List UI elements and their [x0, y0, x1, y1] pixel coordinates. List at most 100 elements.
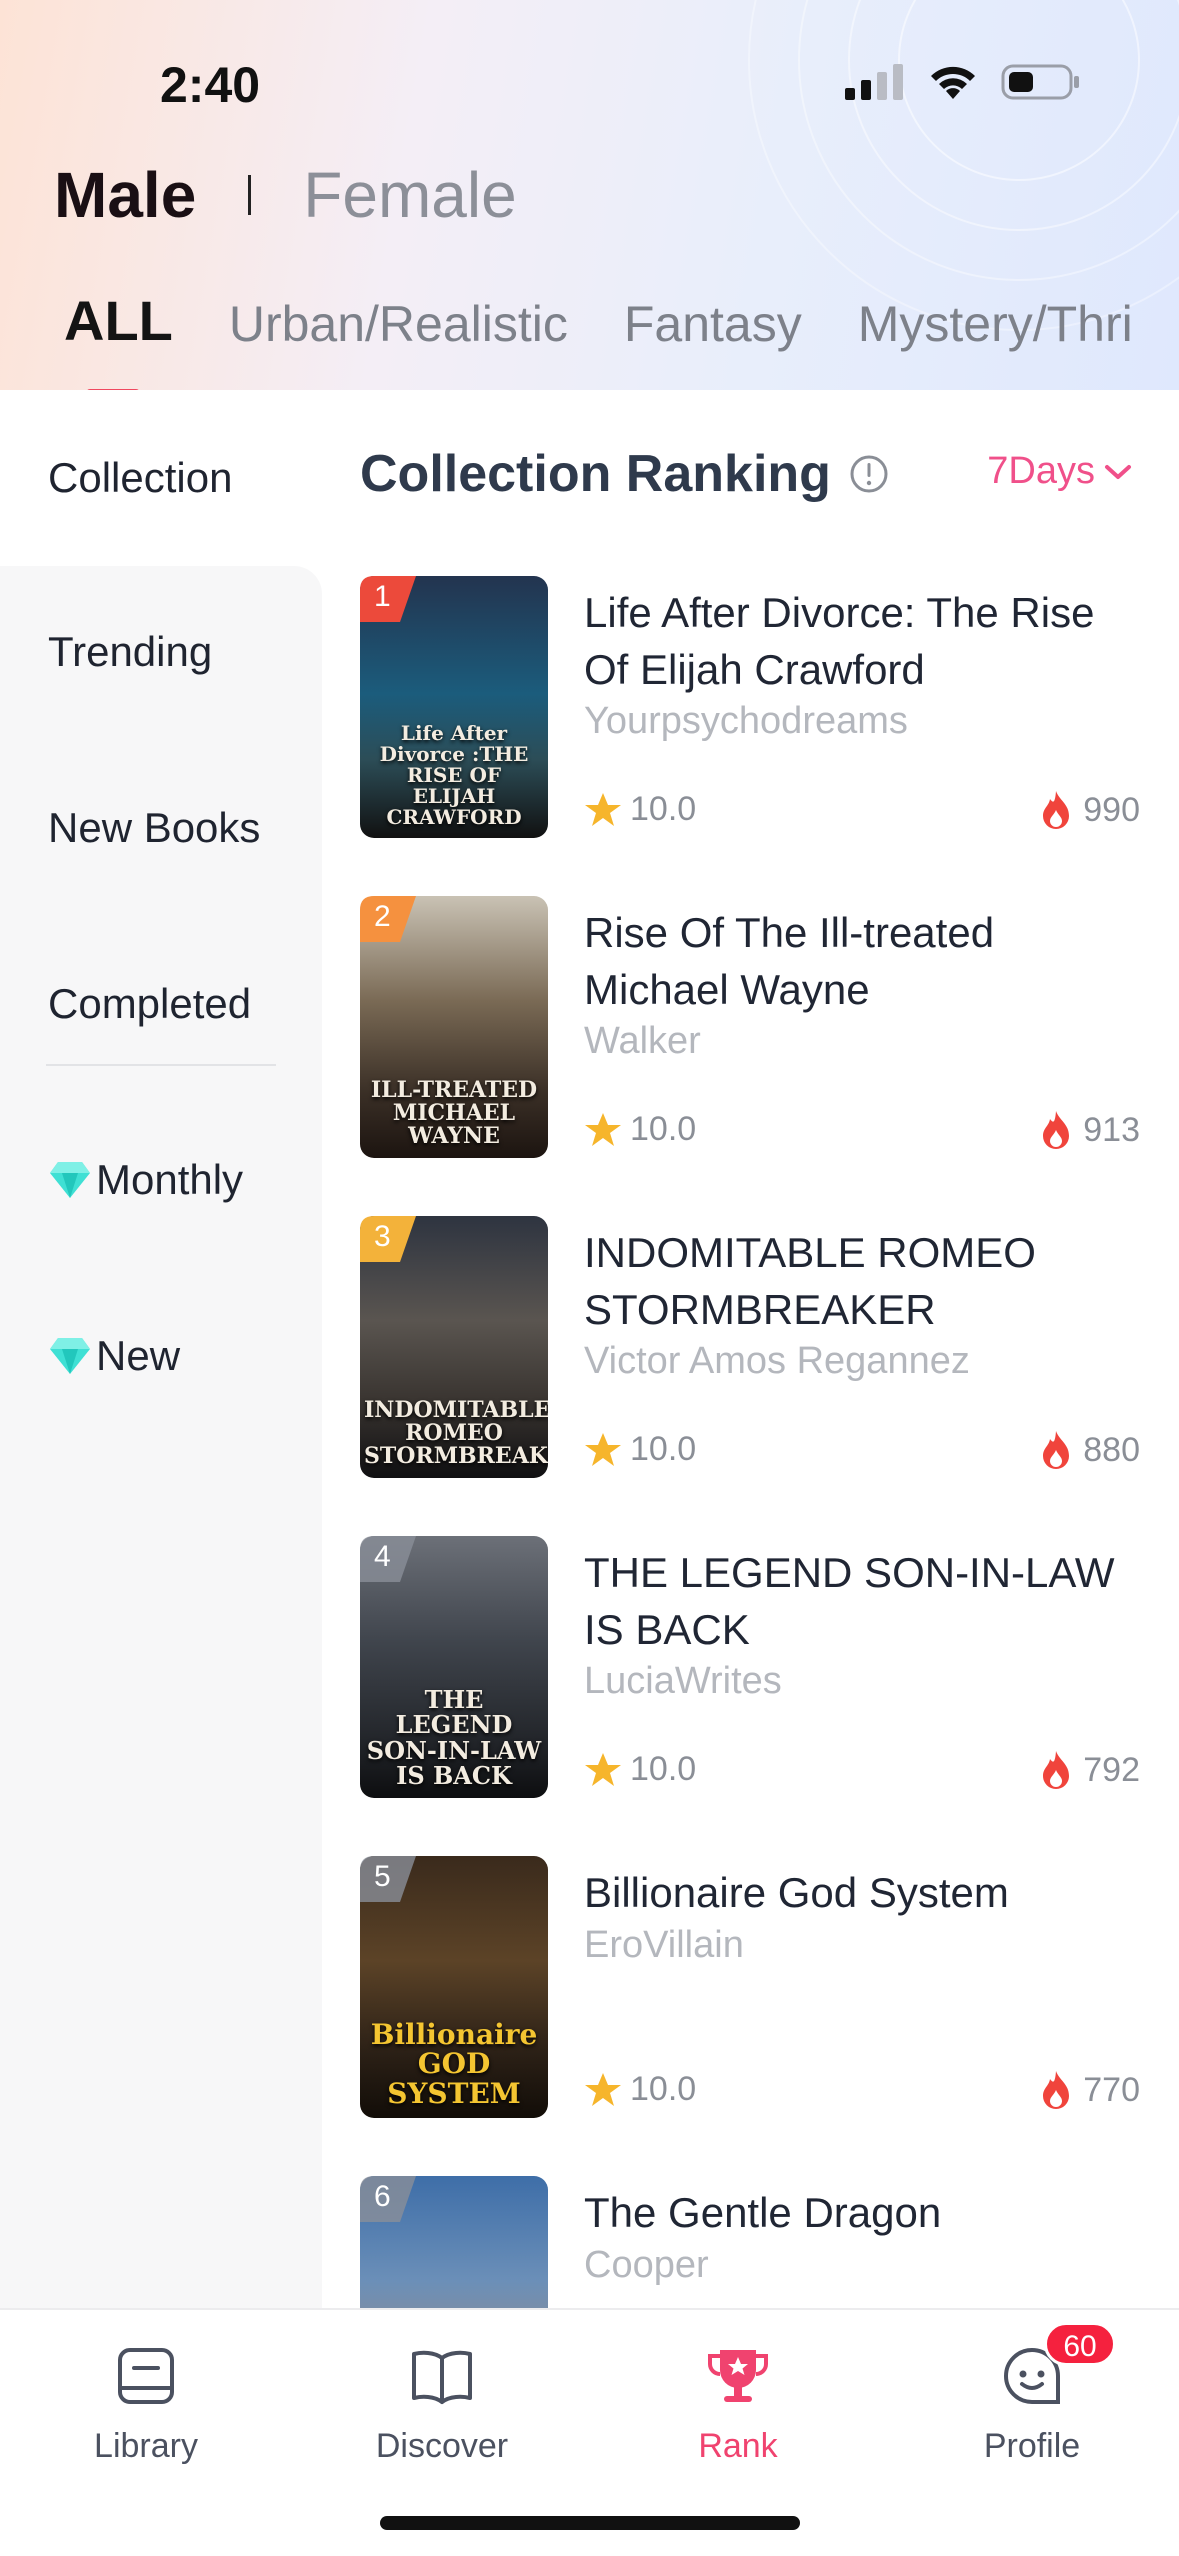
rank-badge: 1	[360, 576, 416, 622]
heat-value: 880	[1083, 1430, 1140, 1469]
library-icon	[118, 2348, 174, 2404]
book-author: Cooper	[584, 2244, 709, 2286]
info-icon[interactable]	[849, 454, 889, 494]
book-item[interactable]: Life After Divorce :THE RISE OF ELIJAH C…	[360, 576, 1140, 838]
sidebar-item-completed[interactable]: Completed	[48, 980, 251, 1028]
tab-library[interactable]: Library	[46, 2344, 246, 2466]
tab-female[interactable]: Female	[303, 158, 516, 232]
rating-value: 10.0	[630, 1110, 697, 1148]
rank-number: 5	[374, 1860, 391, 1893]
sidebar-item-label: Completed	[48, 980, 252, 1027]
book-title: THE LEGEND SON-IN-LAW IS BACK	[584, 1549, 1115, 1653]
tab-label: Rank	[698, 2427, 778, 2465]
book-rating: 10.0	[584, 1110, 696, 1149]
sidebar-item-new-books[interactable]: New Books	[48, 804, 260, 852]
rank-number: 6	[374, 2180, 391, 2213]
tab-rank[interactable]: Rank	[638, 2344, 838, 2466]
star-icon	[585, 1752, 621, 1786]
tab-label: Library	[94, 2427, 198, 2465]
signal-icon	[845, 64, 903, 100]
book-item[interactable]: Billionaire GOD SYSTEM 5 Billionaire God…	[360, 1856, 1140, 2118]
rank-number: 2	[374, 900, 391, 933]
rank-badge: 4	[360, 1536, 416, 1582]
sidebar-divider	[46, 1064, 276, 1066]
book-author: Yourpsychodreams	[584, 700, 908, 742]
ranking-title-text: Collection Ranking	[360, 445, 831, 503]
category-tab-urban[interactable]: Urban/Realistic	[229, 295, 568, 353]
heat-value: 990	[1083, 790, 1140, 829]
category-tab-all[interactable]: ALL	[64, 288, 173, 390]
status-time: 2:40	[160, 57, 261, 113]
tab-male[interactable]: Male	[54, 158, 196, 232]
book-rating: 10.0	[584, 1750, 696, 1789]
star-icon	[585, 1112, 621, 1146]
sidebar-item-monthly[interactable]: Monthly	[48, 1156, 243, 1204]
status-icons	[845, 62, 1081, 102]
ranking-title: Collection Ranking	[360, 444, 889, 504]
sidebar-item-label: New	[96, 1332, 181, 1379]
flame-icon	[1043, 1111, 1070, 1149]
book-heat: 913	[1039, 1110, 1140, 1150]
book-item[interactable]: INDOMITABLE ROMEO STORMBREAKER 3 INDOMIT…	[360, 1216, 1140, 1478]
rating-value: 10.0	[630, 1750, 697, 1788]
cover-text: Billionaire GOD SYSTEM	[370, 2017, 538, 2110]
notification-badge: 60	[1044, 2322, 1116, 2366]
sidebar-item-label: Monthly	[96, 1156, 244, 1203]
rank-badge: 3	[360, 1216, 416, 1262]
period-label: 7Days	[987, 450, 1095, 492]
sidebar-item-trending[interactable]: Trending	[48, 628, 212, 676]
rating-value: 10.0	[630, 2070, 697, 2108]
book-item[interactable]: THE LEGEND SON-IN-LAW IS BACK 4 THE LEGE…	[360, 1536, 1140, 1798]
rank-badge: 6	[360, 2176, 416, 2222]
book-rating: 10.0	[584, 2070, 696, 2109]
book-item[interactable]: 6 The Gentle Dragon Cooper	[360, 2176, 1140, 2308]
star-icon	[585, 1432, 621, 1466]
flame-icon	[1043, 2071, 1070, 2109]
cover-text: THE LEGEND SON-IN-LAW IS BACK	[366, 1685, 542, 1790]
rank-number: 1	[374, 580, 391, 613]
book-rating: 10.0	[584, 1430, 696, 1469]
rating-value: 10.0	[630, 1430, 697, 1468]
rating-value: 10.0	[630, 790, 697, 828]
book-title: The Gentle Dragon	[584, 2189, 942, 2236]
book-author: Victor Amos Regannez	[584, 1340, 970, 1382]
sidebar-item-collection[interactable]: Collection	[48, 454, 232, 502]
ranking-content: Collection Trending New Books Completed …	[0, 390, 1179, 2308]
tab-label: Discover	[375, 2427, 509, 2465]
cover-text: ILL-TREATED MICHAEL WAYNE	[370, 1076, 538, 1149]
star-icon	[585, 792, 621, 826]
battery-icon	[1001, 64, 1079, 100]
sidebar-item-label: Trending	[48, 628, 213, 675]
trophy-icon	[708, 2350, 768, 2402]
flame-icon	[1043, 1431, 1070, 1469]
flame-icon	[1043, 791, 1070, 829]
sidebar-item-label: Collection	[48, 454, 233, 501]
book-open-icon	[412, 2350, 472, 2404]
tab-label: Profile	[983, 2427, 1081, 2465]
sidebar: Trending New Books Completed Monthly New	[0, 566, 322, 2308]
heat-value: 913	[1083, 1110, 1140, 1149]
sidebar-item-new[interactable]: New	[48, 1332, 180, 1380]
rank-badge: 2	[360, 896, 416, 942]
category-tab-fantasy[interactable]: Fantasy	[624, 295, 802, 353]
cover-text: Life After Divorce :THE RISE OF ELIJAH C…	[379, 721, 529, 829]
period-dropdown[interactable]: 7Days	[987, 450, 1133, 493]
gender-tabs: Male Female	[54, 158, 517, 232]
category-tab-mystery[interactable]: Mystery/Thri	[858, 295, 1133, 353]
heat-value: 770	[1083, 2070, 1140, 2109]
book-heat: 770	[1039, 2070, 1140, 2110]
book-title: Billionaire God System	[584, 1869, 1009, 1916]
heat-value: 792	[1083, 1750, 1140, 1789]
book-heat: 990	[1039, 790, 1140, 830]
book-heat: 792	[1039, 1750, 1140, 1790]
rank-badge: 5	[360, 1856, 416, 1902]
gender-divider	[248, 175, 252, 215]
book-title: Rise Of The Ill-treated Michael Wayne	[584, 909, 995, 1013]
tab-discover[interactable]: Discover	[342, 2344, 542, 2466]
cover-text: INDOMITABLE ROMEO STORMBREAKER	[364, 1396, 548, 1469]
rank-number: 4	[374, 1540, 391, 1573]
star-icon	[585, 2072, 621, 2106]
book-item[interactable]: ILL-TREATED MICHAEL WAYNE 2 Rise Of The …	[360, 896, 1140, 1158]
home-indicator[interactable]	[380, 2516, 800, 2530]
category-tabs: ALL Urban/Realistic Fantasy Mystery/Thri	[64, 288, 1179, 390]
